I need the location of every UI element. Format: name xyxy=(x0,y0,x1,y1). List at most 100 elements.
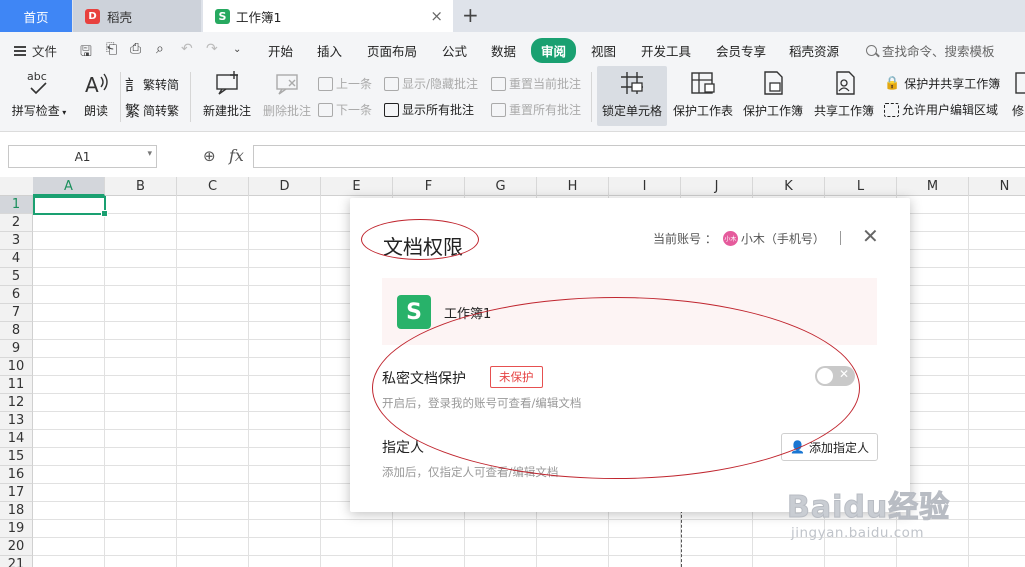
close-icon[interactable]: ✕ xyxy=(862,226,879,246)
command-search[interactable]: 查找命令、搜索模板 xyxy=(866,41,995,60)
spell-check-button[interactable]: abc 拼写检查 ▾ xyxy=(8,66,70,126)
row-header[interactable]: 19 xyxy=(0,520,33,538)
account-name: 小木（手机号） xyxy=(740,232,825,246)
row-header[interactable]: 6 xyxy=(0,286,33,304)
reset-current-comment-button[interactable]: 重置当前批注 xyxy=(491,75,581,92)
export-icon[interactable]: ⎗ xyxy=(106,41,117,57)
tab-home[interactable]: 首页 xyxy=(0,0,72,32)
row-header[interactable]: 7 xyxy=(0,304,33,322)
column-header[interactable]: A xyxy=(33,177,105,196)
grid-line xyxy=(248,196,249,567)
row-header[interactable]: 13 xyxy=(0,412,33,430)
lock-icon: 🔒 xyxy=(884,76,901,91)
new-comment-button[interactable]: 新建批注 xyxy=(198,66,256,126)
spreadsheet-logo-icon: S xyxy=(215,8,230,24)
share-workbook-icon xyxy=(829,66,859,100)
lock-cell-button[interactable]: 锁定单元格 xyxy=(597,66,667,126)
tab-workbook[interactable]: S 工作簿1 × xyxy=(203,0,453,32)
column-header[interactable]: H xyxy=(537,177,609,196)
column-header[interactable]: D xyxy=(249,177,321,196)
row-header[interactable]: 10 xyxy=(0,358,33,376)
row-header[interactable]: 1 xyxy=(0,196,33,214)
column-header[interactable]: F xyxy=(393,177,465,196)
file-menu-button[interactable]: 文件 xyxy=(14,41,57,60)
row-header[interactable]: 16 xyxy=(0,466,33,484)
delete-comment-button[interactable]: 删除批注 xyxy=(258,66,316,126)
chevron-down-icon[interactable]: ▾ xyxy=(147,149,152,159)
tab-daoke[interactable]: D 稻壳 xyxy=(73,0,201,32)
redo-icon[interactable]: ↷ xyxy=(206,41,218,57)
new-tab-icon[interactable]: + xyxy=(462,3,479,27)
zoom-icon[interactable]: ⊕ xyxy=(203,147,216,165)
row-header[interactable]: 20 xyxy=(0,538,33,556)
column-header[interactable]: M xyxy=(897,177,969,196)
row-header[interactable]: 2 xyxy=(0,214,33,232)
menu-view[interactable]: 视图 xyxy=(591,41,616,60)
menu-developer[interactable]: 开发工具 xyxy=(641,41,691,60)
name-box[interactable]: A1 ▾ xyxy=(8,145,157,168)
fx-icon[interactable]: fx xyxy=(229,146,244,165)
row-header[interactable]: 17 xyxy=(0,484,33,502)
next-comment-button[interactable]: 下一条 xyxy=(318,101,372,118)
row-header[interactable]: 11 xyxy=(0,376,33,394)
read-aloud-icon: A xyxy=(81,66,111,100)
active-cell[interactable] xyxy=(33,196,108,217)
spell-check-icon: abc xyxy=(24,66,54,100)
simp-to-trad-button[interactable]: 繁 简转繁 xyxy=(125,100,179,121)
protect-workbook-button[interactable]: 保护工作簿 xyxy=(740,66,806,126)
row-header[interactable]: 18 xyxy=(0,502,33,520)
column-header[interactable]: E xyxy=(321,177,393,196)
current-account: 当前账号 ： 小木 小木（手机号） xyxy=(653,230,825,247)
modify-icon xyxy=(1008,66,1025,100)
row-header[interactable]: 4 xyxy=(0,250,33,268)
header-divider xyxy=(840,231,841,245)
column-header[interactable]: I xyxy=(609,177,681,196)
trad-to-simp-button[interactable]: 訁 繁转简 xyxy=(125,74,179,95)
protect-and-share-button[interactable]: 🔒 保护并共享工作簿 xyxy=(884,75,1000,92)
grid-line xyxy=(176,196,177,567)
reset-all-comments-button[interactable]: 重置所有批注 xyxy=(491,101,581,118)
menu-member[interactable]: 会员专享 xyxy=(716,41,766,60)
menu-data[interactable]: 数据 xyxy=(491,41,516,60)
modify-button-partial[interactable]: 修 xyxy=(1008,66,1025,126)
column-header[interactable]: C xyxy=(177,177,249,196)
row-header[interactable]: 15 xyxy=(0,448,33,466)
row-header[interactable]: 8 xyxy=(0,322,33,340)
show-all-comments-button[interactable]: 显示所有批注 xyxy=(384,101,474,118)
undo-icon[interactable]: ↶ xyxy=(181,41,193,57)
show-hide-comment-button[interactable]: 显示/隐藏批注 xyxy=(384,75,478,92)
row-header[interactable]: 12 xyxy=(0,394,33,412)
quick-access-dropdown-icon[interactable]: ⌄ xyxy=(233,44,241,55)
row-header[interactable]: 9 xyxy=(0,340,33,358)
menu-page-layout[interactable]: 页面布局 xyxy=(367,41,417,60)
tab-daoke-label: 稻壳 xyxy=(107,9,133,25)
column-header[interactable]: L xyxy=(825,177,897,196)
protect-sheet-button[interactable]: 保护工作表 xyxy=(670,66,736,126)
menu-daoke-resources[interactable]: 稻壳资源 xyxy=(789,41,839,60)
print-preview-icon[interactable]: ⌕ xyxy=(156,41,164,57)
row-header[interactable]: 3 xyxy=(0,232,33,250)
edit-range-icon xyxy=(884,102,899,117)
row-header[interactable]: 14 xyxy=(0,430,33,448)
column-header[interactable]: B xyxy=(105,177,177,196)
save-icon[interactable]: 🖫 xyxy=(80,41,92,65)
close-tab-icon[interactable]: × xyxy=(430,7,443,25)
allow-edit-ranges-button[interactable]: 允许用户编辑区域 xyxy=(884,101,998,118)
column-header[interactable]: N xyxy=(969,177,1025,196)
read-aloud-button[interactable]: A 朗读 xyxy=(76,66,116,126)
row-header[interactable]: 5 xyxy=(0,268,33,286)
menu-review[interactable]: 审阅 xyxy=(531,38,577,63)
menu-start[interactable]: 开始 xyxy=(268,41,293,60)
column-header[interactable]: J xyxy=(681,177,753,196)
column-header[interactable]: K xyxy=(753,177,825,196)
show-all-comments-icon xyxy=(384,102,399,117)
show-hide-comment-label: 显示/隐藏批注 xyxy=(402,77,479,91)
prev-comment-button[interactable]: 上一条 xyxy=(318,75,372,92)
share-workbook-button[interactable]: 共享工作簿 xyxy=(810,66,878,126)
menu-formula[interactable]: 公式 xyxy=(442,41,467,60)
menu-insert[interactable]: 插入 xyxy=(317,41,342,60)
formula-input[interactable] xyxy=(253,145,1025,168)
row-header[interactable]: 21 xyxy=(0,556,33,567)
print-icon[interactable]: ⎙ xyxy=(130,41,141,57)
column-header[interactable]: G xyxy=(465,177,537,196)
